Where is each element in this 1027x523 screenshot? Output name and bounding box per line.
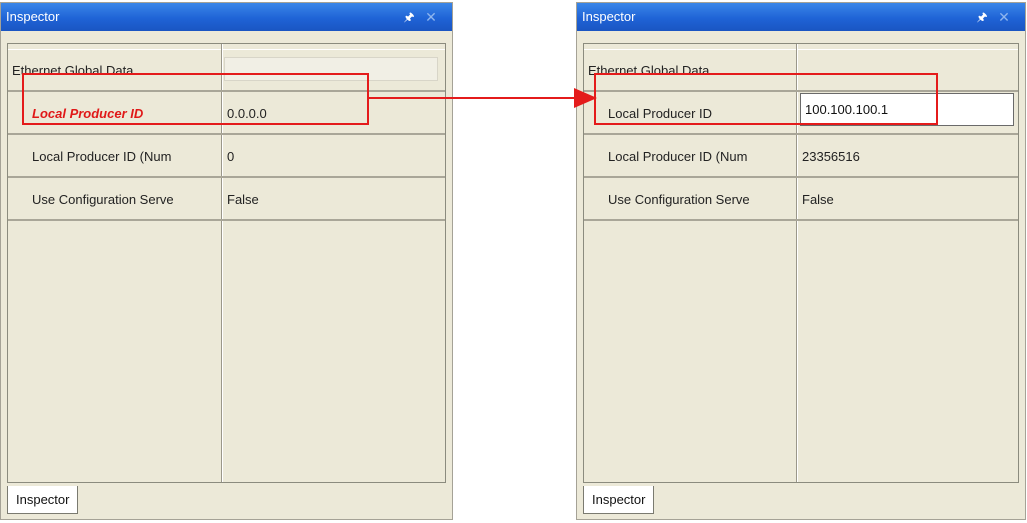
- arrow-head: [574, 88, 597, 108]
- arrow-right-icon: [368, 88, 597, 108]
